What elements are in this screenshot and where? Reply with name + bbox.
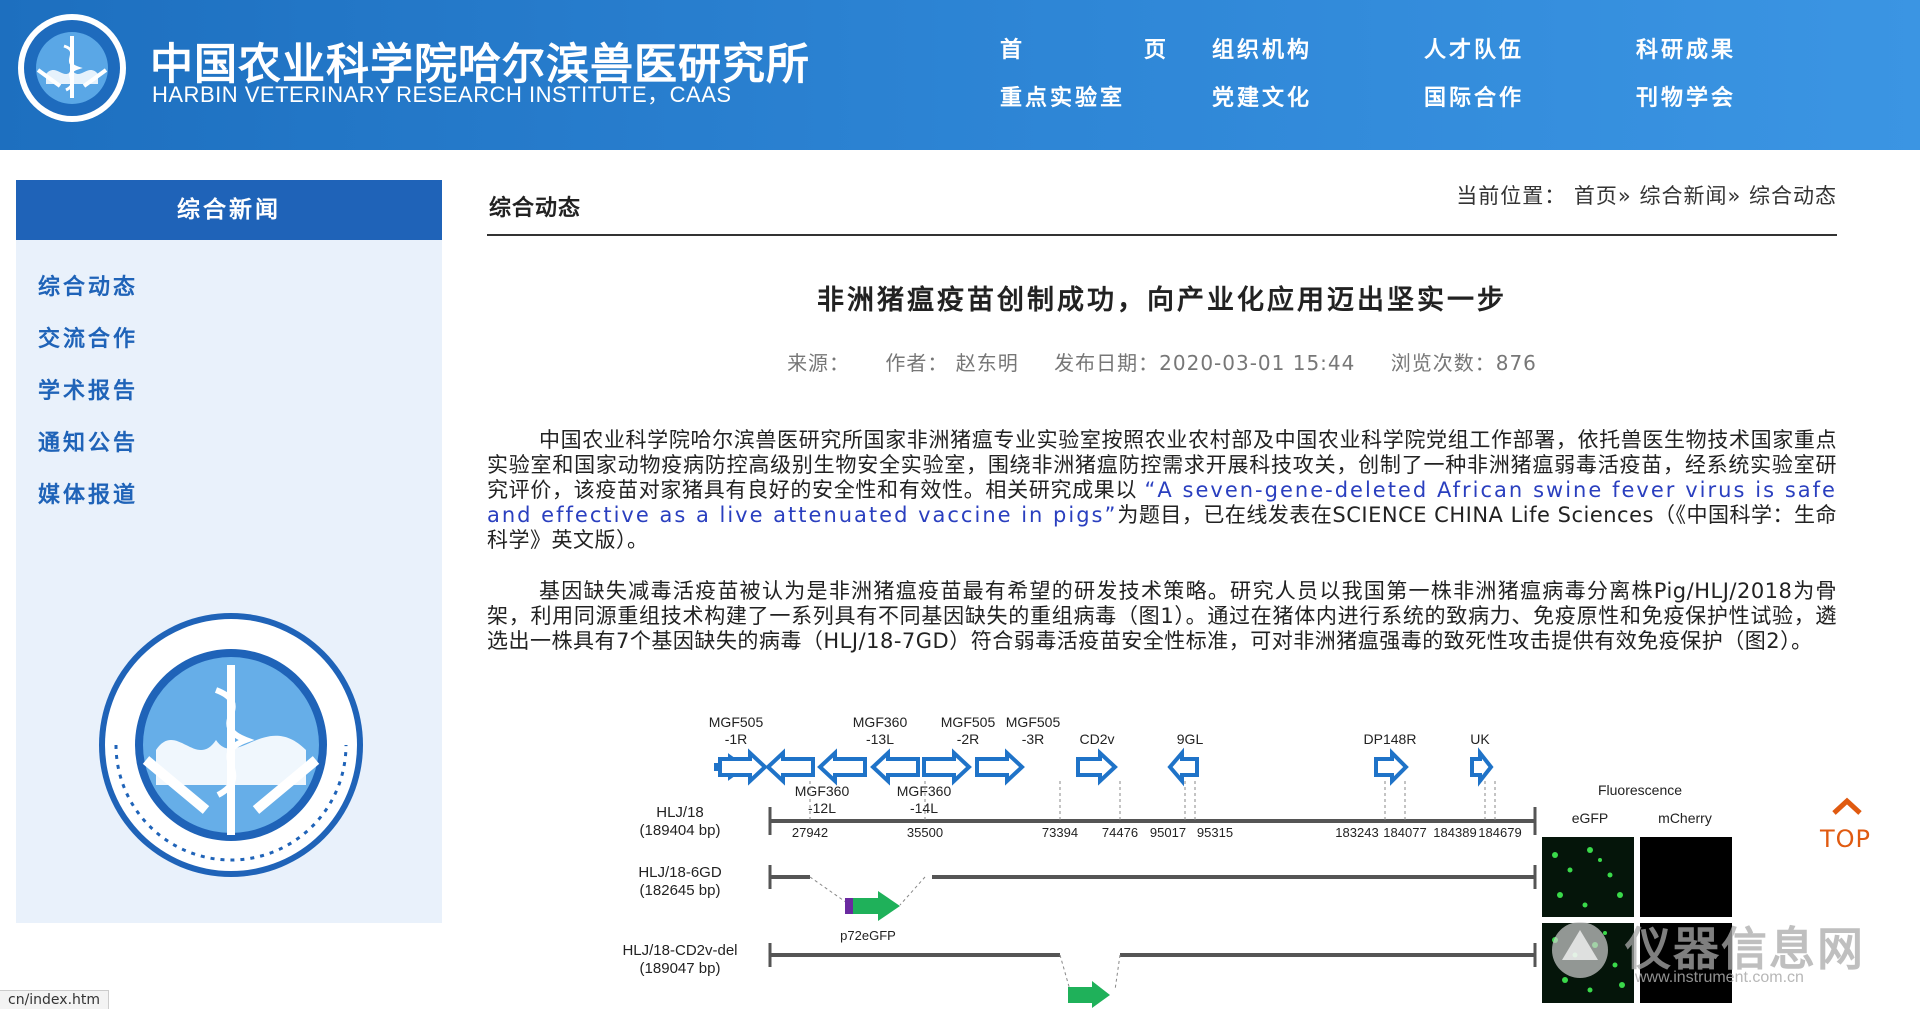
site-header: 中国农业科学院哈尔滨兽医研究所 HARBIN VETERINARY RESEAR… bbox=[0, 0, 1920, 150]
position-label: 95017 bbox=[1150, 825, 1186, 840]
strain-label: (189404 bp) bbox=[640, 822, 721, 839]
breadcrumb-separator: » bbox=[1727, 184, 1742, 208]
position-label: 184679 bbox=[1478, 825, 1521, 840]
breadcrumb-home[interactable]: 首页 bbox=[1574, 184, 1618, 208]
status-bar-url: cn/index.htm bbox=[0, 990, 110, 1009]
meta-views: 浏览次数：876 bbox=[1390, 351, 1537, 375]
section-title: 综合动态 bbox=[489, 196, 582, 221]
gene-label: MGF505 bbox=[941, 714, 996, 730]
position-label: 183243 bbox=[1335, 825, 1378, 840]
strain-label: (182645 bp) bbox=[640, 882, 721, 899]
meta-source: 来源： bbox=[787, 351, 851, 375]
strain-label: HLJ/18-CD2v-del bbox=[622, 942, 737, 959]
fluorescence-title: Fluorescence bbox=[1598, 782, 1682, 798]
sidebar: 综合新闻 综合动态 交流合作 学术报告 通知公告 媒体报道 bbox=[16, 180, 442, 923]
breadcrumb-separator: » bbox=[1617, 184, 1632, 208]
nav-organization[interactable]: 组织机构 bbox=[1212, 30, 1424, 78]
gene-label: DP148R bbox=[1364, 731, 1417, 747]
position-label: 27942 bbox=[792, 825, 828, 840]
content-header: 综合动态 当前位置： 首页» 综合新闻» 综合动态 bbox=[487, 180, 1837, 236]
gene-label: -12L bbox=[808, 800, 836, 816]
sidebar-item-exchange[interactable]: 交流合作 bbox=[38, 314, 442, 366]
gene-label: -1R bbox=[725, 731, 748, 747]
nav-international[interactable]: 国际合作 bbox=[1424, 78, 1636, 126]
institute-logo-icon[interactable] bbox=[16, 12, 128, 124]
breadcrumb-current[interactable]: 综合动态 bbox=[1749, 184, 1837, 208]
sidebar-title: 综合新闻 bbox=[16, 180, 442, 240]
gene-label: 9GL bbox=[1177, 731, 1204, 747]
watermark-url: www.instrument.com.cn bbox=[1635, 969, 1804, 986]
back-to-top-label: TOP bbox=[1820, 825, 1872, 853]
article-paragraph: 基因缺失减毒活疫苗被认为是非洲猪瘟疫苗最有希望的研发技术策略。研究人员以我国第一… bbox=[487, 579, 1837, 653]
meta-author: 作者： 赵东明 bbox=[885, 351, 1019, 375]
fluorescence-column-label: eGFP bbox=[1572, 810, 1609, 826]
nav-home[interactable]: 首 页 bbox=[1000, 30, 1212, 78]
gene-label: MGF360 bbox=[795, 783, 850, 799]
position-label: 73394 bbox=[1042, 825, 1078, 840]
marker-label: p72eGFP bbox=[840, 928, 896, 943]
article-paragraph: 中国农业科学院哈尔滨兽医研究所国家非洲猪瘟专业实验室按照农业农村部及中国农业科学… bbox=[487, 428, 1837, 553]
position-label: 74476 bbox=[1102, 825, 1138, 840]
chevron-up-icon bbox=[1832, 797, 1862, 815]
position-label: 35500 bbox=[907, 825, 943, 840]
gene-label: MGF505 bbox=[709, 714, 764, 730]
sidebar-list: 综合动态 交流合作 学术报告 通知公告 媒体报道 bbox=[16, 240, 442, 522]
institute-name-en: HARBIN VETERINARY RESEARCH INSTITUTE，CAA… bbox=[152, 82, 732, 107]
strain-label: (189047 bp) bbox=[640, 960, 721, 977]
sidebar-item-notices[interactable]: 通知公告 bbox=[38, 418, 442, 470]
gene-label: UK bbox=[1470, 731, 1490, 747]
nav-research[interactable]: 科研成果 bbox=[1636, 30, 1848, 78]
gene-label: -14L bbox=[910, 800, 938, 816]
gene-label: -2R bbox=[957, 731, 980, 747]
gene-label: MGF505 bbox=[1006, 714, 1061, 730]
main-nav: 首 页 组织机构 人才队伍 科研成果 重点实验室 党建文化 国际合作 刊物学会 bbox=[1000, 30, 1840, 130]
sidebar-item-academic-reports[interactable]: 学术报告 bbox=[38, 366, 442, 418]
watermark: 仪器信息网 www.instrument.com.cn bbox=[1540, 905, 1900, 1000]
article-title: 非洲猪瘟疫苗创制成功，向产业化应用迈出坚实一步 bbox=[817, 285, 1507, 316]
position-label: 184077 bbox=[1383, 825, 1426, 840]
gene-label: CD2v bbox=[1079, 731, 1114, 747]
sidebar-item-media[interactable]: 媒体报道 bbox=[38, 470, 442, 522]
position-label: 95315 bbox=[1197, 825, 1233, 840]
gene-label: -3R bbox=[1022, 731, 1045, 747]
nav-party[interactable]: 党建文化 bbox=[1212, 78, 1424, 126]
strain-label: HLJ/18-6GD bbox=[638, 864, 722, 881]
gene-label: MGF360 bbox=[853, 714, 908, 730]
institute-seal-icon bbox=[99, 613, 363, 877]
meta-date: 发布日期：2020-03-01 15:44 bbox=[1054, 351, 1356, 375]
nav-key-lab[interactable]: 重点实验室 bbox=[1000, 78, 1212, 126]
sidebar-item-general-news[interactable]: 综合动态 bbox=[38, 262, 442, 314]
breadcrumb-news[interactable]: 综合新闻 bbox=[1639, 184, 1727, 208]
article-meta: 来源： 作者： 赵东明 发布日期：2020-03-01 15:44 浏览次数：8… bbox=[487, 347, 1837, 376]
back-to-top-button[interactable]: TOP bbox=[1820, 795, 1874, 855]
position-label: 184389 bbox=[1433, 825, 1476, 840]
main-content: 综合动态 当前位置： 首页» 综合新闻» 综合动态 非洲猪瘟疫苗创制成功，向产业… bbox=[487, 180, 1837, 675]
gene-label: -13L bbox=[866, 731, 894, 747]
nav-journals[interactable]: 刊物学会 bbox=[1636, 78, 1848, 126]
nav-talent[interactable]: 人才队伍 bbox=[1424, 30, 1636, 78]
breadcrumb: 当前位置： 首页» 综合新闻» 综合动态 bbox=[1456, 180, 1837, 210]
fluorescence-column-label: mCherry bbox=[1658, 810, 1712, 826]
strain-label: HLJ/18 bbox=[656, 804, 704, 821]
gene-label: MGF360 bbox=[897, 783, 952, 799]
breadcrumb-label: 当前位置： bbox=[1456, 184, 1567, 208]
